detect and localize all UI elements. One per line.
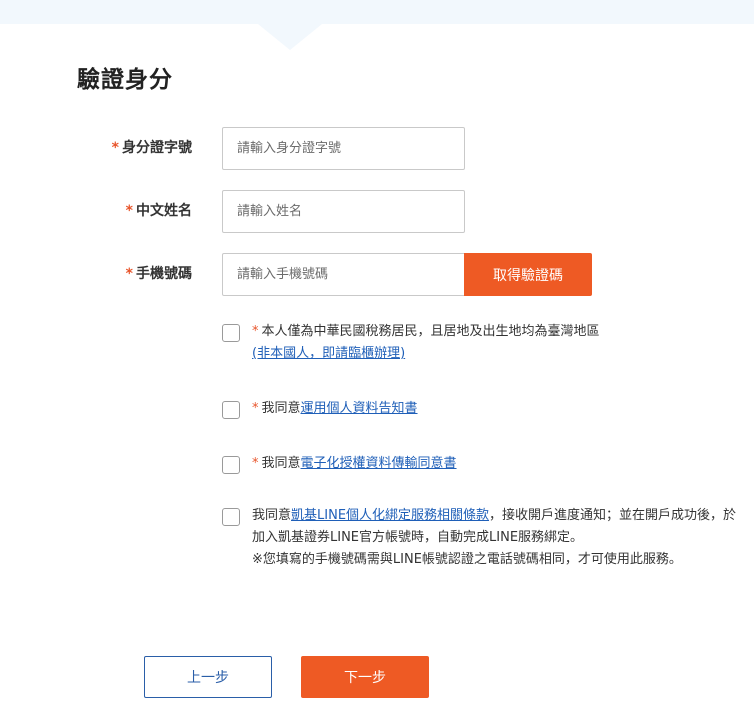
- e-authorization-consent-link[interactable]: 電子化授權資料傳輸同意書: [301, 456, 457, 471]
- mobile-row: *手機號碼 取得驗證碼: [0, 253, 754, 296]
- chinese-name-row: * 中文姓名: [0, 190, 754, 233]
- required-mark: *: [111, 140, 119, 156]
- chinese-name-input[interactable]: [222, 190, 465, 233]
- line-phone-note: ※您填寫的手機號碼需與LINE帳號認證之電話號碼相同，才可使用此服務。: [252, 552, 682, 567]
- line-binding-terms-link[interactable]: 凱基LINE個人化綁定服務相關條款: [291, 508, 489, 523]
- previous-step-button[interactable]: 上一步: [144, 656, 272, 698]
- personal-data-checkbox[interactable]: [222, 401, 240, 419]
- page-title: 驗證身分: [77, 67, 173, 93]
- get-verification-code-button[interactable]: 取得驗證碼: [464, 253, 592, 296]
- mobile-input[interactable]: [222, 253, 465, 296]
- personal-data-text: * 我同意運用個人資料告知書: [252, 401, 418, 416]
- chinese-name-label: * 中文姓名: [125, 203, 192, 219]
- top-banner: [0, 0, 754, 24]
- required-mark: *: [125, 266, 133, 282]
- foreigner-counter-link[interactable]: (非本國人，即請臨櫃辦理): [252, 346, 405, 361]
- tax-resident-checkbox[interactable]: [222, 324, 240, 342]
- line-binding-text: 我同意凱基LINE個人化綁定服務相關條款，接收開戶進度通知；並在開戶成功後，於加…: [252, 508, 737, 567]
- tax-resident-text: * 本人僅為中華民國稅務居民，且居地及出生地均為臺灣地區 (非本國人，即請臨櫃辦理…: [252, 324, 600, 361]
- next-step-button[interactable]: 下一步: [301, 656, 429, 698]
- id-number-row: * 身分證字號: [0, 127, 754, 170]
- id-number-input[interactable]: [222, 127, 465, 170]
- required-mark: *: [125, 203, 133, 219]
- line-binding-checkbox[interactable]: [222, 508, 240, 526]
- e-authorization-text: * 我同意電子化授權資料傳輸同意書: [252, 456, 457, 471]
- mobile-label: * 手機號碼: [125, 266, 192, 282]
- id-number-label: * 身分證字號: [111, 140, 192, 156]
- e-authorization-checkbox[interactable]: [222, 456, 240, 474]
- personal-data-notice-link[interactable]: 運用個人資料告知書: [301, 401, 418, 416]
- banner-pointer: [258, 24, 322, 50]
